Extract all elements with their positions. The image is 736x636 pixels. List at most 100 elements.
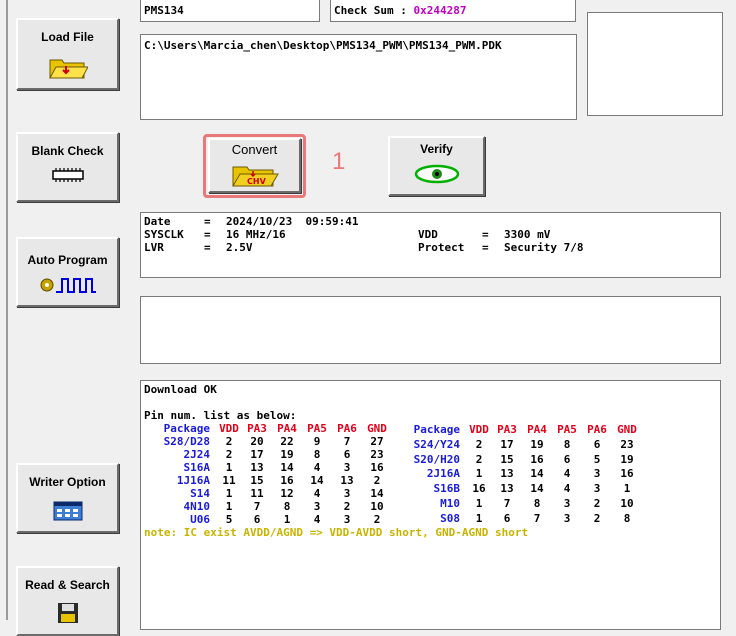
convert-label: Convert — [231, 142, 278, 157]
pin-cell: 2 — [225, 448, 233, 461]
step-annotation: 1 — [332, 148, 346, 175]
pin-cell: 16 — [530, 452, 544, 466]
table-row: S08 1 6 7 3 2 8 — [394, 511, 642, 526]
package-cell: S20/H20 — [413, 452, 460, 466]
folder-icon — [48, 59, 88, 79]
pin-cell: 14 — [530, 467, 544, 481]
pin-cell: 4 — [563, 467, 571, 481]
lvr-label: LVR — [144, 241, 164, 254]
package-cell: 4N10 — [183, 500, 211, 513]
lvr-eq: = — [204, 241, 211, 254]
auto-program-label: Auto Program — [27, 253, 108, 267]
pin-cell: 1 — [225, 487, 233, 500]
message-panel — [140, 296, 721, 364]
pin-cell: 11 — [222, 474, 236, 487]
protect-value: Security 7/8 — [504, 241, 584, 254]
checksum-value: 0x244287 — [413, 4, 467, 17]
verify-button[interactable]: Verify — [388, 136, 485, 196]
vdd-label: VDD — [418, 228, 438, 241]
pin-cell: 8 — [563, 437, 571, 451]
floppy-disk-icon — [57, 603, 78, 623]
chip-name: PMS134 — [144, 4, 184, 17]
pin-cell: 2 — [593, 512, 601, 526]
pin-cell: 2 — [373, 474, 381, 487]
package-cell: M10 — [440, 497, 460, 511]
pin-cell: 8 — [283, 500, 291, 513]
pin-cell: 9 — [313, 435, 321, 448]
header-pa4: PA4 — [527, 422, 547, 436]
pin-cell: 4 — [313, 513, 321, 526]
header-pa5: PA5 — [307, 422, 327, 435]
pin-cell: 1 — [475, 497, 483, 511]
device-info-panel: Date = 2024/10/23 09:59:41 SYSCLK = 16 MHz/1… — [140, 212, 721, 278]
pin-cell: 8 — [313, 448, 321, 461]
table-row: 4N10 1 7 8 3 2 10 — [144, 500, 392, 513]
pin-cell: 7 — [343, 435, 351, 448]
blank-check-label: Blank Check — [31, 144, 104, 158]
chip-icon — [51, 168, 84, 182]
auto-program-button[interactable]: Auto Program — [16, 237, 119, 307]
read-search-button[interactable]: Read & Search — [16, 566, 119, 636]
left-divider — [6, 0, 8, 620]
pin-cell: 19 — [280, 448, 294, 461]
pin-cell: 2 — [225, 435, 233, 448]
header-pa3: PA3 — [247, 422, 267, 435]
table-row: S16B 16 13 14 4 3 1 — [394, 481, 642, 496]
pin-cell: 1 — [225, 500, 233, 513]
writer-option-button[interactable]: Writer Option — [16, 463, 119, 533]
pin-cell: 1 — [283, 513, 291, 526]
date-eq: = — [204, 215, 211, 228]
pin-cell: 12 — [280, 487, 294, 500]
read-search-label: Read & Search — [25, 578, 110, 592]
pin-cell: 17 — [250, 448, 264, 461]
pin-cell: 15 — [500, 452, 514, 466]
pin-cell: 17 — [500, 437, 514, 451]
table-row: S14 1 11 12 4 3 14 — [144, 487, 392, 500]
pin-cell: 3 — [313, 500, 321, 513]
load-file-button[interactable]: Load File — [16, 18, 119, 90]
pin-cell: 6 — [563, 452, 571, 466]
preview-box — [587, 12, 723, 116]
protect-eq: = — [482, 241, 489, 254]
gear-pulse-icon — [40, 278, 96, 293]
package-cell: S28/D28 — [163, 435, 210, 448]
pin-cell: 14 — [530, 482, 544, 496]
blank-check-button[interactable]: Blank Check — [16, 132, 119, 202]
table-row: U06 5 6 1 4 3 2 — [144, 513, 392, 526]
header-pa3: PA3 — [497, 422, 517, 436]
pin-cell: 14 — [310, 474, 324, 487]
pin-cell: 10 — [620, 497, 634, 511]
package-cell: 1J16A — [176, 474, 210, 487]
pin-cell: 6 — [253, 513, 261, 526]
verify-label: Verify — [420, 142, 453, 156]
date-value: 2024/10/23 09:59:41 — [226, 215, 359, 228]
table-row: 1J16A 11 15 16 14 13 2 — [144, 474, 392, 487]
header-gnd: GND — [367, 422, 387, 435]
convert-icon-text: CHV — [247, 177, 267, 186]
pin-cell: 3 — [343, 487, 351, 500]
vdd-eq: = — [482, 228, 489, 241]
pin-cell: 6 — [503, 512, 511, 526]
header-vdd: VDD — [219, 422, 239, 435]
pin-cell: 3 — [343, 461, 351, 474]
pin-cell: 16 — [620, 467, 634, 481]
pin-cell: 3 — [563, 497, 571, 511]
pin-cell: 6 — [593, 437, 601, 451]
header-pa6: PA6 — [587, 422, 607, 436]
convert-button[interactable]: Convert CHV — [208, 138, 301, 193]
pin-cell: 23 — [370, 448, 384, 461]
header-gnd: GND — [617, 422, 637, 436]
pin-cell: 2 — [373, 513, 381, 526]
table-row: S24/Y24 2 17 19 8 6 23 — [394, 437, 642, 452]
pin-cell: 2 — [593, 497, 601, 511]
pin-cell: 16 — [280, 474, 294, 487]
header-pa4: PA4 — [277, 422, 297, 435]
pin-cell: 14 — [370, 487, 384, 500]
pin-cell: 19 — [530, 437, 544, 451]
pin-cell: 10 — [370, 500, 384, 513]
package-cell: U06 — [190, 513, 210, 526]
package-cell: 2J16A — [426, 467, 460, 481]
lvr-value: 2.5V — [226, 241, 253, 254]
window-grid-icon — [53, 501, 82, 521]
package-cell: S16A — [183, 461, 211, 474]
